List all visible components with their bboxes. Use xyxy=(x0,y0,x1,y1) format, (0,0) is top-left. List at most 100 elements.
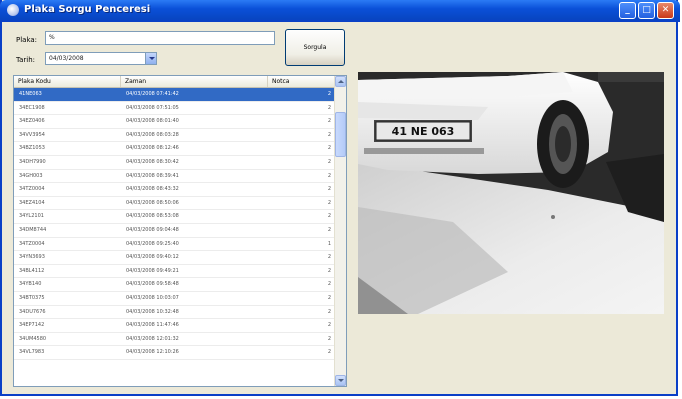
table-row[interactable]: 34EZ0406 04/03/2008 08:01:40 2 xyxy=(14,115,335,129)
cell-count: 2 xyxy=(327,186,331,193)
cell-time: 04/03/2008 08:30:42 xyxy=(126,158,179,165)
cell-count: 2 xyxy=(327,213,331,220)
table-row[interactable]: 34TZ0004 04/03/2008 08:43:32 2 xyxy=(14,183,335,197)
vehicle-photo: 41 NE 063 xyxy=(358,72,664,314)
cell-plate: 34EC1908 xyxy=(19,104,45,111)
cell-plate: 34YL2101 xyxy=(19,213,44,220)
window-title: Plaka Sorgu Penceresi xyxy=(24,4,151,15)
cell-count: 2 xyxy=(327,349,331,356)
cell-count: 2 xyxy=(327,131,331,138)
grid-rows: 41NE063 04/03/2008 07:41:42 2 34EC1908 04/03… xyxy=(14,88,335,360)
cell-time: 04/03/2008 08:01:40 xyxy=(126,118,179,125)
cell-time: 04/03/2008 09:25:40 xyxy=(126,240,179,247)
table-row[interactable]: 34DU7676 04/03/2008 10:32:48 2 xyxy=(14,306,335,320)
cell-time: 04/03/2008 08:53:08 xyxy=(126,213,179,220)
cell-time: 04/03/2008 07:41:42 xyxy=(126,91,179,97)
chevron-down-icon[interactable] xyxy=(145,53,156,64)
table-row[interactable]: 34BL4112 04/03/2008 09:49:21 2 xyxy=(14,265,335,279)
table-row[interactable]: 34BT0375 04/03/2008 10:03:07 2 xyxy=(14,292,335,306)
cell-count: 2 xyxy=(327,254,331,261)
scroll-down-icon[interactable] xyxy=(335,375,346,386)
table-row[interactable]: 34TZ0004 04/03/2008 09:25:40 1 xyxy=(14,238,335,252)
cell-plate: 34YB140 xyxy=(19,281,42,288)
cell-time: 04/03/2008 09:04:48 xyxy=(126,226,179,233)
table-row[interactable]: 34BZ1053 04/03/2008 08:12:46 2 xyxy=(14,142,335,156)
table-row[interactable]: 34GH003 04/03/2008 08:39:41 2 xyxy=(14,170,335,184)
table-row[interactable]: 34EP7142 04/03/2008 11:47:46 2 xyxy=(14,319,335,333)
date-value: 04/03/2008 xyxy=(49,55,84,62)
cell-time: 04/03/2008 12:10:26 xyxy=(126,349,179,356)
close-button[interactable]: ✕ xyxy=(657,2,674,19)
minimize-button[interactable]: _ xyxy=(619,2,636,19)
table-row[interactable]: 34VL7983 04/03/2008 12:10:26 2 xyxy=(14,346,335,360)
cell-count: 2 xyxy=(327,294,331,301)
cell-plate: 34DH7990 xyxy=(19,158,46,165)
cell-plate: 34GH003 xyxy=(19,172,43,179)
date-picker[interactable]: 04/03/2008 xyxy=(45,52,157,65)
cell-time: 04/03/2008 08:50:06 xyxy=(126,199,179,206)
cell-plate: 34YN3693 xyxy=(19,254,45,261)
cell-count: 2 xyxy=(327,322,331,329)
title-bar[interactable]: Plaka Sorgu Penceresi _ □ ✕ xyxy=(0,0,680,22)
cell-plate: 34VL7983 xyxy=(19,349,45,356)
cell-count: 1 xyxy=(327,240,331,247)
table-row[interactable]: 34UM4580 04/03/2008 12:01:32 2 xyxy=(14,333,335,347)
cell-time: 04/03/2008 11:47:46 xyxy=(126,322,179,329)
cell-plate: 34TZ0004 xyxy=(19,240,45,247)
table-row[interactable]: 34EZ4104 04/03/2008 08:50:06 2 xyxy=(14,197,335,211)
cell-count: 2 xyxy=(327,267,331,274)
table-row[interactable]: 41NE063 04/03/2008 07:41:42 2 xyxy=(14,88,335,102)
cell-plate: 34DU7676 xyxy=(19,308,46,315)
query-button[interactable]: Sorgula xyxy=(285,29,345,66)
cell-count: 2 xyxy=(327,335,331,342)
license-plate-text: 41 NE 063 xyxy=(392,125,455,138)
cell-plate: 34DM8744 xyxy=(19,226,47,233)
scroll-up-icon[interactable] xyxy=(335,76,346,87)
cell-plate: 34BL4112 xyxy=(19,267,45,274)
cell-plate: 34TZ0004 xyxy=(19,186,45,193)
plate-label: Plaka: xyxy=(16,36,38,44)
cell-plate: 34BT0375 xyxy=(19,294,45,301)
cell-time: 04/03/2008 10:32:48 xyxy=(126,308,179,315)
plate-input[interactable]: % xyxy=(45,31,275,45)
results-grid: Plaka Kodu Zaman Notca 41NE063 04/03/2008… xyxy=(13,75,347,387)
column-header-plate[interactable]: Plaka Kodu xyxy=(14,76,121,87)
cell-time: 04/03/2008 08:43:32 xyxy=(126,186,179,193)
cell-count: 2 xyxy=(327,172,331,179)
app-icon xyxy=(7,4,19,16)
cell-time: 04/03/2008 09:40:12 xyxy=(126,254,179,261)
column-header-time[interactable]: Zaman xyxy=(121,76,268,87)
table-row[interactable]: 34YN3693 04/03/2008 09:40:12 2 xyxy=(14,251,335,265)
maximize-button[interactable]: □ xyxy=(638,2,655,19)
table-row[interactable]: 34VV3954 04/03/2008 08:03:28 2 xyxy=(14,129,335,143)
cell-plate: 34UM4580 xyxy=(19,335,47,342)
cell-time: 04/03/2008 09:58:48 xyxy=(126,281,179,288)
table-row[interactable]: 34YB140 04/03/2008 09:58:48 2 xyxy=(14,278,335,292)
date-label: Tarih: xyxy=(16,56,36,64)
cell-time: 04/03/2008 10:03:07 xyxy=(126,294,179,301)
cell-plate: 34EP7142 xyxy=(19,322,45,329)
cell-plate: 34EZ4104 xyxy=(19,199,45,206)
cell-plate: 41NE063 xyxy=(19,91,42,97)
cell-time: 04/03/2008 07:51:05 xyxy=(126,104,179,111)
cell-count: 2 xyxy=(327,145,331,152)
cell-time: 04/03/2008 09:49:21 xyxy=(126,267,179,274)
table-row[interactable]: 34EC1908 04/03/2008 07:51:05 2 xyxy=(14,102,335,116)
cell-time: 04/03/2008 08:03:28 xyxy=(126,131,179,138)
table-row[interactable]: 34DM8744 04/03/2008 09:04:48 2 xyxy=(14,224,335,238)
vertical-scrollbar[interactable] xyxy=(334,76,346,386)
cell-count: 2 xyxy=(327,199,331,206)
cell-plate: 34EZ0406 xyxy=(19,118,45,125)
table-row[interactable]: 34DH7990 04/03/2008 08:30:42 2 xyxy=(14,156,335,170)
table-row[interactable]: 34YL2101 04/03/2008 08:53:08 2 xyxy=(14,210,335,224)
grid-header: Plaka Kodu Zaman Notca xyxy=(14,76,335,88)
cell-time: 04/03/2008 12:01:32 xyxy=(126,335,179,342)
cell-count: 2 xyxy=(327,118,331,125)
column-header-count[interactable]: Notca xyxy=(268,76,335,87)
scroll-thumb[interactable] xyxy=(335,112,346,157)
cell-time: 04/03/2008 08:12:46 xyxy=(126,145,179,152)
cell-count: 2 xyxy=(327,158,331,165)
cell-time: 04/03/2008 08:39:41 xyxy=(126,172,179,179)
cell-count: 2 xyxy=(327,308,331,315)
vehicle-photo-image: 41 NE 063 xyxy=(358,72,664,314)
